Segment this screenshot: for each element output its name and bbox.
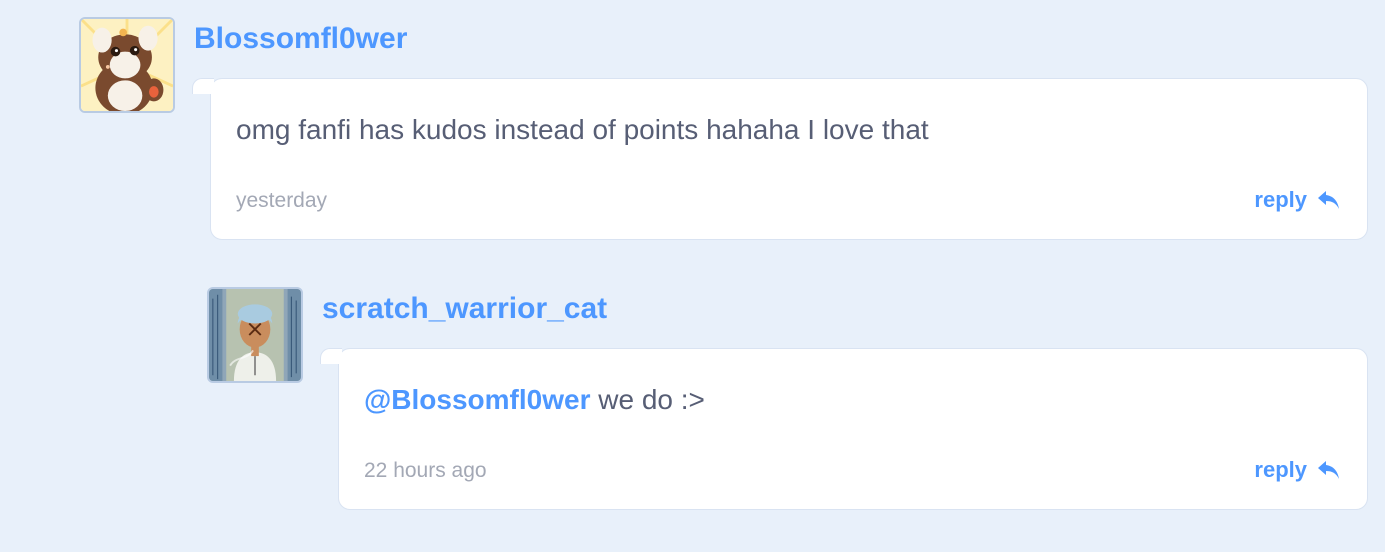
character-avatar-icon [209, 289, 301, 381]
comment-timestamp: 22 hours ago [364, 459, 487, 482]
comment-timestamp: yesterday [236, 189, 328, 212]
comment-bubble: omg fanfi has kudos instead of points ha… [210, 78, 1368, 240]
reply-button[interactable]: reply [1254, 457, 1341, 483]
reply-label: reply [1254, 187, 1307, 212]
comment: scratch_warrior_cat @Blossomfl0wer we do… [0, 270, 1385, 520]
comment-text: @Blossomfl0wer we do :> [364, 384, 705, 416]
username-link[interactable]: Blossomfl0wer [194, 22, 407, 56]
bubble-pointer [192, 78, 214, 94]
comment: Blossomfl0wer omg fanfi has kudos instea… [0, 0, 1385, 250]
reply-label: reply [1254, 457, 1307, 482]
comment-text: omg fanfi has kudos instead of points ha… [236, 114, 929, 145]
reply-arrow-icon [1318, 461, 1339, 479]
comment-body: we do :> [590, 384, 705, 415]
user-avatar[interactable] [79, 17, 175, 113]
mention-link[interactable]: @Blossomfl0wer [364, 384, 590, 415]
user-avatar[interactable] [207, 287, 303, 383]
cat-avatar-icon [81, 19, 173, 111]
username-link[interactable]: scratch_warrior_cat [322, 292, 607, 326]
reply-arrow-icon [1318, 191, 1339, 209]
reply-button[interactable]: reply [1254, 187, 1341, 213]
comment-bubble: @Blossomfl0wer we do :> 22 hours ago rep… [338, 348, 1368, 510]
bubble-pointer [320, 348, 342, 364]
